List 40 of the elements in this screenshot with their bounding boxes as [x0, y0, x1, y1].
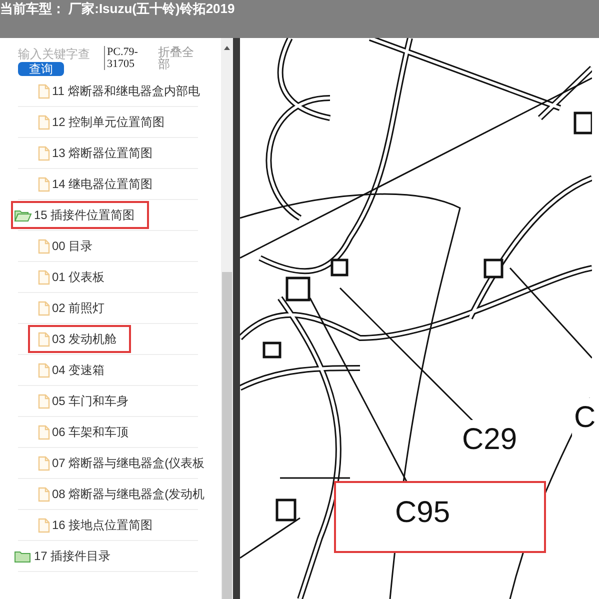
document-icon: [38, 362, 50, 378]
tree-file-item[interactable]: 13 熔断器位置简图: [28, 139, 167, 167]
scrollbar[interactable]: [221, 38, 233, 599]
document-icon: [38, 456, 50, 470]
tree-file-item[interactable]: 11 熔断器和继电器盒内部电: [28, 77, 214, 105]
tree-file-item[interactable]: 01 仪表板: [28, 263, 119, 291]
tree-folder-item[interactable]: 17 插接件目录: [11, 542, 125, 570]
tree-file-item[interactable]: 03 发动机舱: [28, 325, 131, 353]
keyword-search-field[interactable]: 输入关键字查: [18, 46, 94, 62]
document-icon: [38, 394, 50, 408]
tree-file-item[interactable]: 14 继电器位置简图: [28, 170, 167, 198]
folder-icon: [14, 550, 32, 562]
document-icon: [38, 176, 50, 192]
connector-label: C95: [334, 481, 546, 553]
document-code: PC.79-31705: [104, 46, 152, 70]
document-icon: [38, 84, 50, 98]
scrollbar-thumb[interactable]: [222, 272, 232, 599]
document-icon: [38, 146, 50, 160]
document-icon: [38, 270, 50, 284]
tree-file-item[interactable]: 08 熔断器与继电器盒(发动机: [28, 480, 219, 508]
tree-file-item[interactable]: 05 车门和车身: [28, 387, 143, 415]
document-icon: [38, 238, 50, 254]
tree-file-item[interactable]: 06 车架和车顶: [28, 418, 143, 446]
vehicle-model-title: 当前车型： 厂家:Isuzu(五十铃)铃拓2019: [0, 0, 235, 18]
tree-file-item[interactable]: 12 控制单元位置简图: [28, 108, 179, 136]
document-icon: [38, 332, 50, 346]
tree-file-item[interactable]: 07 熔断器与继电器盒(仪表板: [28, 449, 219, 477]
tree-folder-item[interactable]: 15 插接件位置简图: [11, 201, 149, 229]
open-folder-icon: [14, 208, 32, 222]
search-button[interactable]: 查询: [18, 62, 64, 76]
document-icon: [38, 486, 50, 502]
document-icon: [38, 300, 50, 316]
scroll-up-icon[interactable]: [224, 46, 230, 50]
document-icon: [38, 424, 50, 440]
document-icon: [38, 518, 50, 532]
tree-file-item[interactable]: 04 变速箱: [28, 356, 119, 384]
tree-file-item[interactable]: 00 目录: [28, 232, 107, 260]
tree-file-item[interactable]: 02 前照灯: [28, 294, 119, 322]
document-icon: [38, 114, 50, 130]
tree-file-item[interactable]: 16 接地点位置简图: [28, 511, 167, 539]
